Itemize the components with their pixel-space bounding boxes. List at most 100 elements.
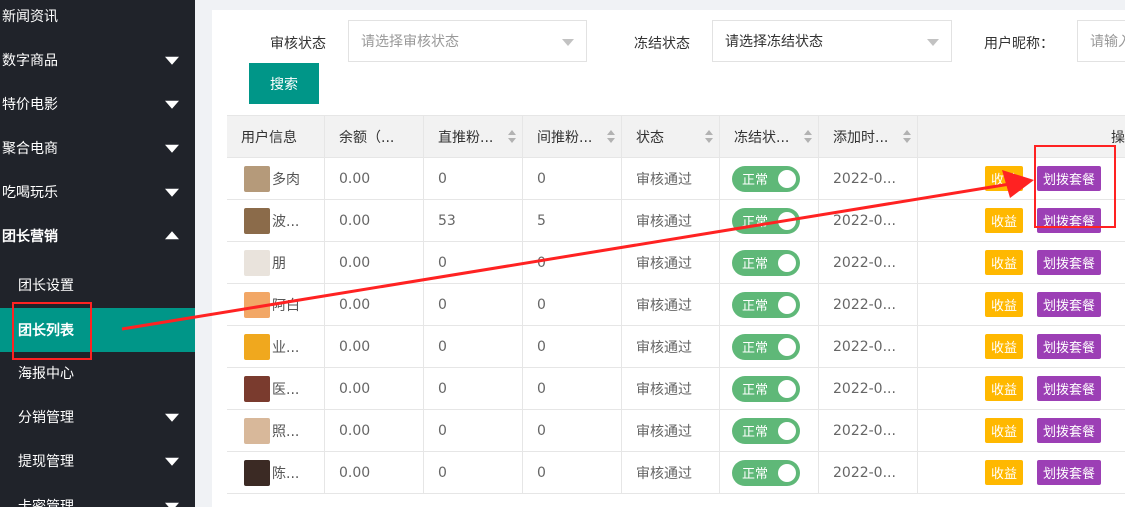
cell-added-time: 2022-0...: [819, 242, 918, 283]
sort-icon[interactable]: [903, 130, 911, 144]
nickname-placeholder: 请输入: [1090, 34, 1125, 50]
income-button[interactable]: 收益: [985, 166, 1023, 191]
cell-direct-fans: 0: [424, 284, 523, 325]
assign-package-button[interactable]: 划拨套餐: [1037, 460, 1101, 485]
cell-indirect-fans: 0: [523, 158, 622, 199]
income-button[interactable]: 收益: [985, 292, 1023, 317]
cell-freeze-status: 正常: [720, 410, 819, 451]
sort-icon[interactable]: [508, 130, 516, 144]
col-balance[interactable]: 余额（...: [325, 116, 424, 158]
sidebar-item-ecommerce[interactable]: 聚合电商: [0, 126, 195, 170]
search-button[interactable]: 搜索: [249, 63, 319, 104]
sidebar-item-leader-list[interactable]: 团长列表: [0, 308, 195, 352]
col-direct-fans[interactable]: 直推粉...: [424, 116, 523, 158]
cell-actions: 收益 划拨套餐: [918, 158, 1125, 199]
toggle-knob: [778, 463, 796, 482]
cell-indirect-fans: 0: [523, 410, 622, 451]
sidebar-item-digital-goods[interactable]: 数字商品: [0, 38, 195, 82]
freeze-toggle[interactable]: 正常: [732, 249, 800, 276]
assign-package-button[interactable]: 划拨套餐: [1037, 334, 1101, 359]
sort-icon[interactable]: [804, 130, 812, 144]
sidebar-item-card-codes[interactable]: 卡密管理: [0, 484, 195, 507]
sidebar-item-food-fun[interactable]: 吃喝玩乐: [0, 170, 195, 214]
chevron-down-icon: [165, 100, 179, 109]
freeze-toggle[interactable]: 正常: [732, 417, 800, 444]
audit-status-placeholder: 请选择审核状态: [361, 34, 459, 50]
cell-indirect-fans: 0: [523, 242, 622, 283]
cell-user-info: 阿白: [227, 284, 325, 325]
sort-icon[interactable]: [705, 130, 713, 144]
user-nickname: 业...: [272, 339, 300, 356]
sidebar-item-poster-center[interactable]: 海报中心: [0, 351, 195, 395]
user-nickname: 波...: [272, 213, 300, 230]
sidebar-item-leader-settings[interactable]: 团长设置: [0, 263, 195, 307]
freeze-toggle[interactable]: 正常: [732, 291, 800, 318]
income-button[interactable]: 收益: [985, 250, 1023, 275]
cell-balance: 0.00: [325, 368, 424, 409]
freeze-toggle[interactable]: 正常: [732, 207, 800, 234]
sidebar-item-leader-marketing[interactable]: 团长营销: [0, 214, 195, 258]
table-row: 照... 0.00 0 0 审核通过 正常 2022-0... 收益 划拨套餐: [227, 410, 1125, 452]
income-button[interactable]: 收益: [985, 376, 1023, 401]
col-freeze-status[interactable]: 冻结状...: [720, 116, 819, 158]
sidebar-item-withdraw[interactable]: 提现管理: [0, 439, 195, 483]
freeze-status-select[interactable]: 请选择冻结状态: [712, 20, 952, 62]
avatar: [244, 207, 270, 234]
audit-status-select[interactable]: 请选择审核状态: [348, 20, 587, 62]
freeze-toggle[interactable]: 正常: [732, 459, 800, 486]
col-added-time[interactable]: 添加时...: [819, 116, 918, 158]
sort-icon[interactable]: [607, 130, 615, 144]
freeze-toggle-label: 正常: [742, 299, 769, 314]
cell-indirect-fans: 5: [523, 200, 622, 241]
cell-indirect-fans: 0: [523, 284, 622, 325]
assign-package-button[interactable]: 划拨套餐: [1037, 250, 1101, 275]
sidebar-item-label: 特价电影: [2, 97, 58, 113]
sidebar-item-news[interactable]: 新闻资讯: [0, 0, 195, 38]
cell-added-time: 2022-0...: [819, 326, 918, 367]
caret-down-icon: [927, 39, 939, 46]
col-status[interactable]: 状态: [622, 116, 720, 158]
assign-package-button[interactable]: 划拨套餐: [1037, 292, 1101, 317]
assign-package-button[interactable]: 划拨套餐: [1037, 376, 1101, 401]
sidebar-item-movies[interactable]: 特价电影: [0, 82, 195, 126]
nickname-label: 用户昵称：: [984, 36, 1054, 52]
sidebar-item-label: 新闻资讯: [2, 9, 58, 25]
cell-freeze-status: 正常: [720, 284, 819, 325]
freeze-toggle-label: 正常: [742, 383, 769, 398]
table-header: 用户信息 余额（... 直推粉... 间推粉... 状态 冻结状... 添加时.…: [227, 115, 1125, 158]
cell-direct-fans: 0: [424, 452, 523, 493]
nickname-input[interactable]: 请输入: [1077, 20, 1125, 62]
freeze-toggle[interactable]: 正常: [732, 165, 800, 192]
cell-actions: 收益 划拨套餐: [918, 242, 1125, 283]
cell-added-time: 2022-0...: [819, 158, 918, 199]
cell-user-info: 多肉: [227, 158, 325, 199]
freeze-toggle[interactable]: 正常: [732, 333, 800, 360]
cell-added-time: 2022-0...: [819, 284, 918, 325]
app-root: 新闻资讯 数字商品 特价电影 聚合电商 吃喝玩乐 团长营销 团长设置 团长列表: [0, 0, 1125, 507]
income-button[interactable]: 收益: [985, 334, 1023, 359]
avatar: [244, 417, 270, 444]
assign-package-button[interactable]: 划拨套餐: [1037, 418, 1101, 443]
user-nickname: 医...: [272, 381, 300, 398]
sidebar-item-label: 海报中心: [18, 366, 74, 382]
sidebar-item-distribution[interactable]: 分销管理: [0, 395, 195, 439]
assign-package-button[interactable]: 划拨套餐: [1037, 208, 1101, 233]
income-button[interactable]: 收益: [985, 208, 1023, 233]
cell-user-info: 照...: [227, 410, 325, 451]
caret-down-icon: [562, 39, 574, 46]
cell-indirect-fans: 0: [523, 368, 622, 409]
avatar: [244, 333, 270, 360]
freeze-toggle[interactable]: 正常: [732, 375, 800, 402]
cell-balance: 0.00: [325, 242, 424, 283]
cell-direct-fans: 0: [424, 242, 523, 283]
col-indirect-fans[interactable]: 间推粉...: [523, 116, 622, 158]
cell-added-time: 2022-0...: [819, 368, 918, 409]
sidebar-item-label: 分销管理: [18, 410, 74, 426]
assign-package-button[interactable]: 划拨套餐: [1037, 166, 1101, 191]
sidebar-item-label: 提现管理: [18, 454, 74, 470]
income-button[interactable]: 收益: [985, 460, 1023, 485]
col-user-info: 用户信息: [227, 116, 325, 158]
income-button[interactable]: 收益: [985, 418, 1023, 443]
cell-user-info: 医...: [227, 368, 325, 409]
list-panel: 审核状态 请选择审核状态 冻结状态 请选择冻结状态 用户昵称： 请输入 搜索 用…: [212, 10, 1125, 507]
